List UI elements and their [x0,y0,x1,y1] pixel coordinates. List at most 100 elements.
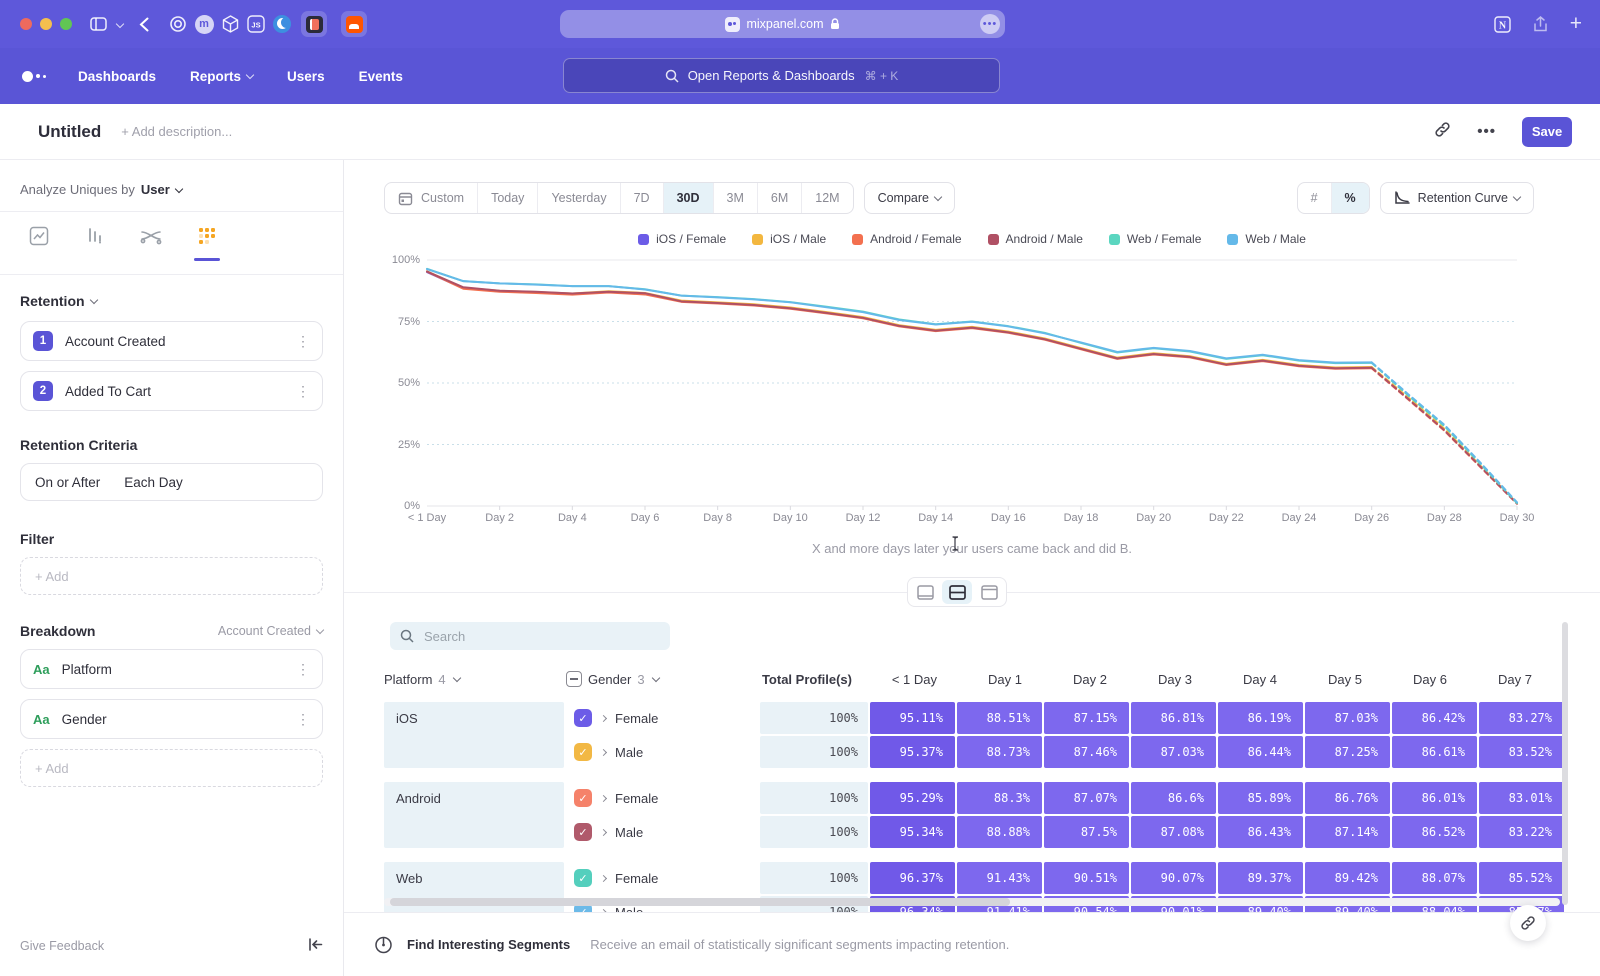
retention-value-cell[interactable]: 87.03% [1305,702,1390,734]
breakdown-menu-button[interactable]: ⋮ [296,662,310,676]
retention-value-cell[interactable]: 86.61% [1392,736,1477,768]
expand-row-icon[interactable] [600,714,607,721]
legend-item[interactable]: Web / Male [1227,232,1305,246]
expand-row-icon[interactable] [600,748,607,755]
range-3m[interactable]: 3M [714,183,758,213]
series-line-web-male[interactable] [427,269,1372,362]
retention-step-1[interactable]: 1 Account Created ⋮ [20,321,323,361]
retention-value-cell[interactable]: 88.88% [957,816,1042,848]
day-column-header[interactable]: Day 3 [1123,672,1208,687]
layout-chart-only-button[interactable] [910,580,940,604]
tab-soundcloud-icon[interactable] [341,11,367,37]
row-checkbox[interactable]: ✓ [574,743,592,761]
breakdown-scope-selector[interactable]: Account Created [218,624,323,638]
retention-value-cell[interactable]: 87.07% [1044,782,1129,814]
retention-value-cell[interactable]: 86.6% [1131,782,1216,814]
global-search[interactable]: Open Reports & Dashboards ⌘ + K [563,58,1000,93]
day-column-header[interactable]: Day 7 [1463,672,1548,687]
breakdown-platform[interactable]: Aa Platform ⋮ [20,649,323,689]
range-yesterday[interactable]: Yesterday [538,183,620,213]
day-column-header[interactable]: Day 1 [953,672,1038,687]
range-6m[interactable]: 6M [758,183,802,213]
compare-button[interactable]: Compare [864,182,955,214]
expand-row-icon[interactable] [600,794,607,801]
retention-value-cell[interactable]: 86.52% [1392,816,1477,848]
unit-percent-button[interactable]: % [1332,183,1369,213]
retention-value-cell[interactable]: 86.43% [1218,816,1303,848]
day-column-header[interactable]: < 1 Day [868,672,953,687]
tab-avatar-icon[interactable]: m [191,11,217,37]
retention-value-cell[interactable]: 89.42% [1305,862,1390,894]
day-column-header[interactable]: Day 2 [1038,672,1123,687]
range-today[interactable]: Today [478,183,538,213]
legend-item[interactable]: Android / Male [988,232,1083,246]
retention-value-cell[interactable]: 88.51% [957,702,1042,734]
retention-value-cell[interactable]: 90.51% [1044,862,1129,894]
retention-value-cell[interactable]: 83.52% [1479,736,1564,768]
legend-item[interactable]: Web / Female [1109,232,1201,246]
retention-value-cell[interactable]: 83.22% [1479,816,1564,848]
layout-split-button[interactable] [942,580,972,604]
tab-cube-icon[interactable] [217,11,243,37]
retention-value-cell[interactable]: 89.37% [1218,862,1303,894]
layout-table-only-button[interactable] [974,580,1004,604]
give-feedback-link[interactable]: Give Feedback [20,939,104,953]
retention-value-cell[interactable]: 95.11% [870,702,955,734]
range-30d[interactable]: 30D [664,183,714,213]
retention-value-cell[interactable]: 86.44% [1218,736,1303,768]
series-line-web-female[interactable] [427,269,1372,363]
table-search[interactable] [390,622,670,650]
share-icon[interactable] [1533,16,1548,33]
add-description-button[interactable]: + Add description... [121,124,232,139]
zoom-window-button[interactable] [60,18,72,30]
retention-value-cell[interactable]: 95.34% [870,816,955,848]
nav-item-reports[interactable]: Reports [190,69,253,84]
vertical-scrollbar[interactable] [1562,622,1568,905]
day-column-header[interactable]: Day 5 [1293,672,1378,687]
notion-icon[interactable]: N [1494,16,1511,33]
find-segments-button[interactable]: Find Interesting Segments [407,937,570,952]
nav-item-users[interactable]: Users [287,69,325,84]
retention-value-cell[interactable]: 86.19% [1218,702,1303,734]
add-filter-button[interactable]: + Add [20,557,323,595]
retention-value-cell[interactable]: 86.01% [1392,782,1477,814]
minimize-window-button[interactable] [40,18,52,30]
tab-globe-icon[interactable] [269,11,295,37]
series-line-android-female[interactable] [1372,368,1517,504]
tab-insights[interactable] [22,221,56,251]
range-custom[interactable]: Custom [385,183,478,213]
platform-column-header[interactable]: Platform4 [384,672,566,687]
retention-section-header[interactable]: Retention [20,293,323,309]
step-menu-button[interactable]: ⋮ [296,384,310,398]
row-checkbox[interactable]: ✓ [574,869,592,887]
retention-value-cell[interactable]: 86.81% [1131,702,1216,734]
more-actions-button[interactable]: ••• [1477,123,1496,140]
add-breakdown-button[interactable]: + Add [20,749,323,787]
legend-item[interactable]: iOS / Female [638,232,726,246]
retention-value-cell[interactable]: 87.46% [1044,736,1129,768]
retention-value-cell[interactable]: 83.27% [1479,702,1564,734]
legend-item[interactable]: iOS / Male [752,232,826,246]
chart-type-selector[interactable]: Retention Curve [1380,182,1534,214]
retention-value-cell[interactable]: 86.76% [1305,782,1390,814]
range-7d[interactable]: 7D [621,183,664,213]
retention-value-cell[interactable]: 95.37% [870,736,955,768]
retention-criteria-selector[interactable]: On or After Each Day [20,463,323,501]
retention-value-cell[interactable]: 87.08% [1131,816,1216,848]
line-chart-canvas[interactable] [384,252,1560,524]
range-12m[interactable]: 12M [802,183,852,213]
unit-number-button[interactable]: # [1298,183,1332,213]
tab-target-icon[interactable] [165,11,191,37]
chevron-down-icon[interactable] [117,21,123,27]
criteria-interval[interactable]: Each Day [124,475,183,490]
save-button[interactable]: Save [1522,117,1572,147]
day-column-header[interactable]: Day 6 [1378,672,1463,687]
retention-value-cell[interactable]: 83.01% [1479,782,1564,814]
retention-value-cell[interactable]: 96.37% [870,862,955,894]
close-window-button[interactable] [20,18,32,30]
table-search-input[interactable] [422,628,642,645]
share-link-fab[interactable] [1510,905,1546,941]
copy-link-icon[interactable] [1434,121,1451,143]
retention-value-cell[interactable]: 85.89% [1218,782,1303,814]
mixpanel-logo[interactable] [22,71,46,82]
